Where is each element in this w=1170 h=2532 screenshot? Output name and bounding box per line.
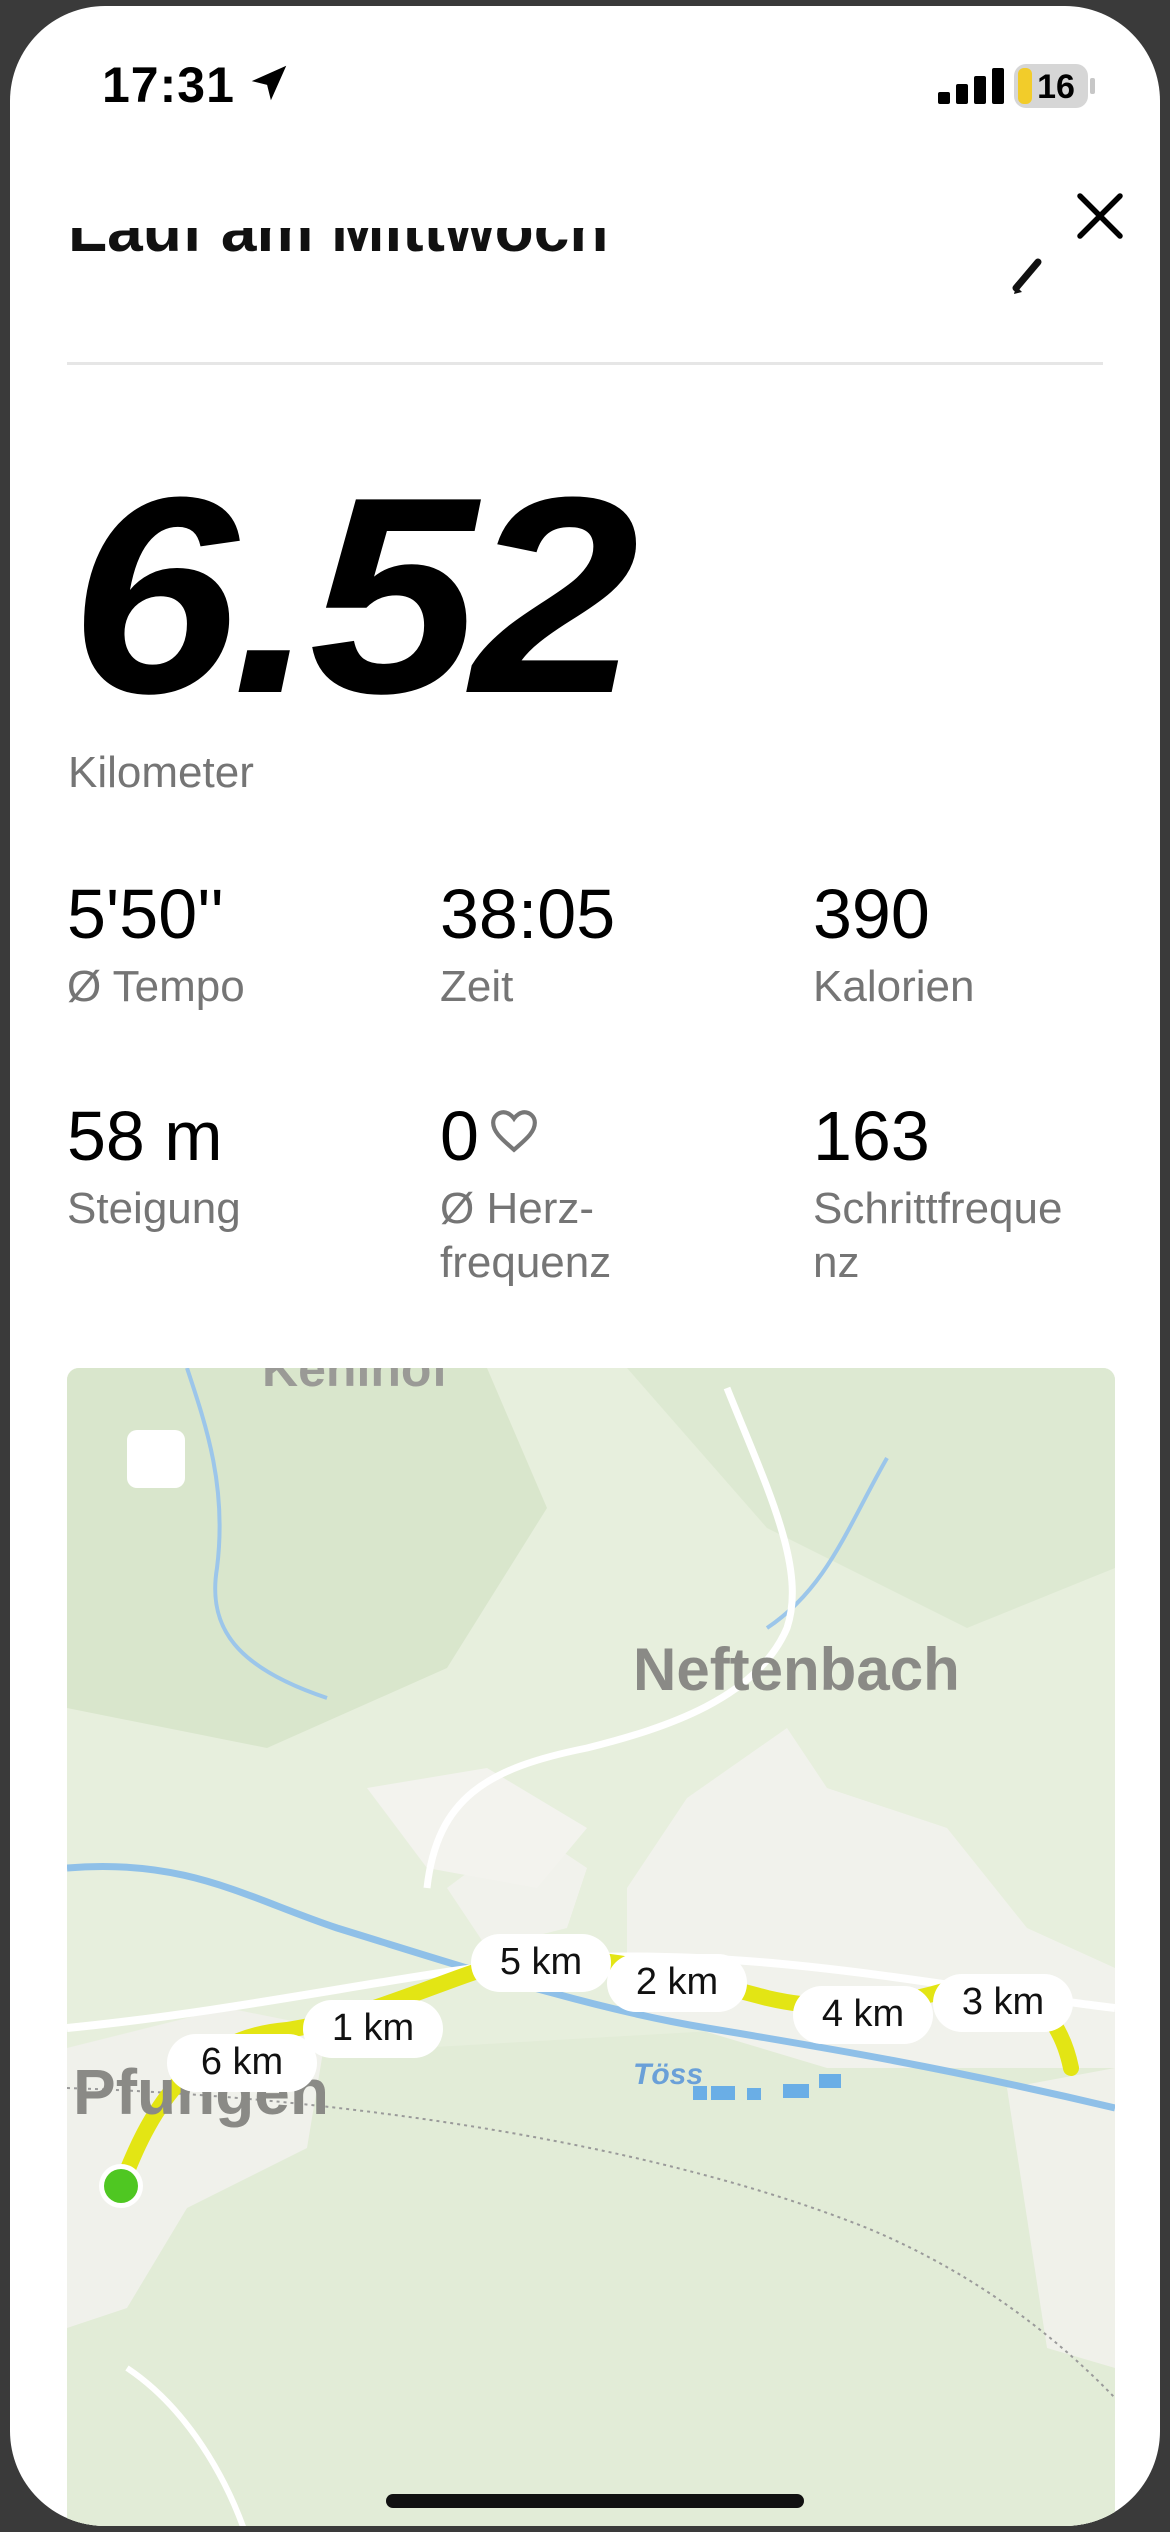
km-marker-label: 2 km xyxy=(636,1961,718,2003)
km-marker-3: 3 km xyxy=(933,1974,1073,2032)
map-canvas: Kehlhof Neftenbach Pfungen Töss 6 km 1 k… xyxy=(67,1368,1115,2526)
km-marker-label: 3 km xyxy=(962,1981,1044,2023)
stat-time: 38:05 Zeit xyxy=(440,874,780,1014)
km-marker-2: 2 km xyxy=(607,1954,747,2012)
map-label-river: Töss xyxy=(633,2058,703,2091)
map-label-neftenbach: Neftenbach xyxy=(633,1636,960,1703)
cellular-signal-icon xyxy=(938,68,1004,104)
stat-label: Ø Tempo xyxy=(67,962,245,1011)
stat-pace: 5'50'' Ø Tempo xyxy=(67,874,407,1014)
stat-elevation: 58 m Steigung xyxy=(67,1096,407,1236)
stat-value-row: 0 xyxy=(440,1096,780,1176)
stat-calories: 390 Kalorien xyxy=(813,874,1153,1014)
close-icon[interactable] xyxy=(1070,186,1130,246)
status-time: 17:31 xyxy=(102,57,235,113)
km-marker-5: 5 km xyxy=(471,1934,611,1992)
activity-title-text: Lauf am Mittwoch xyxy=(68,228,609,265)
activity-title: Lauf am Mittwoch xyxy=(68,228,868,294)
stat-value: 163 xyxy=(813,1097,930,1175)
header-divider xyxy=(67,362,1103,365)
distance-value: 6.52 xyxy=(70,440,639,752)
route-map[interactable]: Kehlhof Neftenbach Pfungen Töss 6 km 1 k… xyxy=(67,1368,1115,2526)
stat-label: Zeit xyxy=(440,962,514,1011)
stat-heart-rate: 0 Ø Herz- frequenz xyxy=(440,1096,780,1290)
stat-label: Schrittfreque nz xyxy=(813,1184,1063,1287)
battery-level: 16 xyxy=(1037,68,1075,106)
home-indicator[interactable] xyxy=(386,2494,804,2508)
km-marker-6: 6 km xyxy=(167,2034,317,2092)
km-marker-4: 4 km xyxy=(793,1986,933,2044)
stat-cadence: 163 Schrittfreque nz xyxy=(813,1096,1153,1290)
km-marker-label: 6 km xyxy=(201,2041,283,2083)
map-label-north: Kehlhof xyxy=(262,1368,448,1397)
heart-icon xyxy=(491,1110,537,1153)
edit-icon[interactable] xyxy=(1010,256,1070,296)
km-marker-label: 1 km xyxy=(332,2007,414,2049)
status-bar: 17:31 16 xyxy=(10,6,1160,156)
stat-value: 38:05 xyxy=(440,875,616,953)
stat-value: 390 xyxy=(813,875,930,953)
stat-value: 58 m xyxy=(67,1097,223,1175)
stat-label: Ø Herz- frequenz xyxy=(440,1184,612,1287)
stat-label: Steigung xyxy=(67,1184,241,1233)
km-marker-label: 5 km xyxy=(500,1941,582,1983)
km-marker-label: 4 km xyxy=(822,1993,904,2035)
km-marker-1: 1 km xyxy=(303,2000,443,2058)
stat-label: Kalorien xyxy=(813,962,975,1011)
stat-value: 5'50'' xyxy=(67,875,224,953)
distance-unit: Kilometer xyxy=(68,748,254,797)
stat-value: 0 xyxy=(440,1097,479,1175)
location-arrow-icon xyxy=(251,65,287,101)
app-screen: 17:31 16 Lauf am Mittwoch 6.52 Kilometer… xyxy=(10,6,1160,2526)
